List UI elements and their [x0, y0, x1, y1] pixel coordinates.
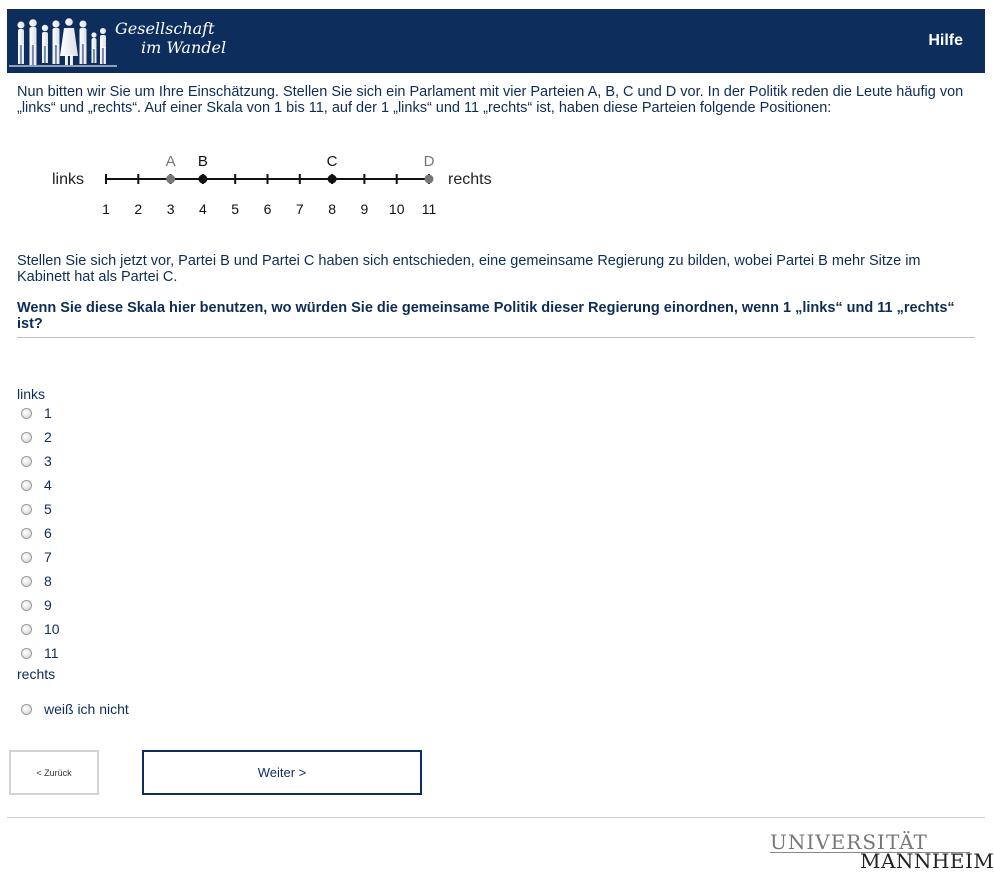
- back-button[interactable]: < Zurück: [9, 750, 99, 795]
- scale-tick-label: 5: [231, 201, 239, 217]
- radio-button[interactable]: [21, 575, 32, 587]
- radio-option-5[interactable]: 5: [21, 501, 52, 517]
- university-logo: UNIVERSITÄT MANNHEIM: [770, 830, 994, 873]
- radio-option-6[interactable]: 6: [21, 525, 52, 541]
- scale-tick-label: 2: [134, 201, 142, 217]
- radio-option-9[interactable]: 9: [21, 597, 52, 613]
- radio-option-4[interactable]: 4: [21, 477, 52, 493]
- scale-tick-label: 3: [167, 201, 175, 217]
- radio-button[interactable]: [21, 407, 32, 419]
- radio-button[interactable]: [21, 647, 32, 659]
- scale-left-label: links: [52, 171, 84, 188]
- radio-option-label: 9: [44, 597, 52, 613]
- logo-text: Gesellschaft im Wandel: [115, 19, 226, 57]
- radio-button[interactable]: [21, 479, 32, 491]
- people-silhouette-icon: [9, 18, 117, 67]
- radio-option-dont-know[interactable]: weiß ich nicht: [21, 701, 129, 717]
- scale-tick-label: 10: [389, 201, 405, 217]
- party-label: A: [166, 153, 176, 170]
- radio-option-label: 1: [44, 405, 52, 421]
- footer-divider: [7, 817, 985, 818]
- help-link[interactable]: Hilfe: [928, 32, 963, 50]
- radio-button[interactable]: [21, 431, 32, 443]
- radio-option-label: 10: [44, 621, 60, 637]
- radio-button[interactable]: [21, 703, 32, 715]
- radio-option-7[interactable]: 7: [21, 549, 52, 565]
- radio-option-2[interactable]: 2: [21, 429, 52, 445]
- radio-option-11[interactable]: 11: [21, 645, 59, 661]
- party-marker: [327, 174, 337, 184]
- radio-option-label: 8: [44, 573, 52, 589]
- party-marker: [424, 174, 434, 184]
- radio-option-label: 4: [44, 477, 52, 493]
- radio-button[interactable]: [21, 455, 32, 467]
- radio-option-label: 7: [44, 549, 52, 565]
- scenario-text: Stellen Sie sich jetzt vor, Partei B und…: [17, 253, 921, 285]
- party-marker: [198, 174, 208, 184]
- logo-line-2: im Wandel: [141, 38, 227, 57]
- scale-tick-label: 9: [361, 201, 369, 217]
- scale-tick-label: 7: [296, 201, 304, 217]
- radio-option-label: 2: [44, 429, 52, 445]
- radio-option-1[interactable]: 1: [21, 405, 52, 421]
- party-label: B: [198, 153, 208, 170]
- radio-option-label: 6: [44, 525, 52, 541]
- header-bar: Gesellschaft im Wandel Hilfe: [7, 9, 985, 73]
- radio-option-3[interactable]: 3: [21, 453, 52, 469]
- intro-text: Nun bitten wir Sie um Ihre Einschätzung.…: [17, 84, 964, 116]
- scale-tick-label: 4: [199, 201, 207, 217]
- radio-option-label: 5: [44, 501, 52, 517]
- logo: Gesellschaft im Wandel: [7, 9, 257, 73]
- radio-option-label: weiß ich nicht: [44, 701, 129, 717]
- radio-button[interactable]: [21, 527, 32, 539]
- scale-tick-label: 1: [102, 201, 110, 217]
- scale-tick-label: 11: [422, 201, 437, 217]
- party-position-scale: links rechts 1 2 3 4 5 6 7 8 9 10 11 A B C D: [52, 153, 492, 217]
- scale-tick-label: 8: [328, 201, 336, 217]
- answer-scale-bottom-label: rechts: [17, 666, 56, 682]
- party-label: D: [424, 153, 435, 170]
- radio-button[interactable]: [21, 623, 32, 635]
- radio-button[interactable]: [21, 599, 32, 611]
- radio-button[interactable]: [21, 551, 32, 563]
- radio-button[interactable]: [21, 503, 32, 515]
- radio-option-label: 11: [44, 645, 59, 661]
- question-text: Wenn Sie diese Skala hier benutzen, wo w…: [17, 300, 955, 332]
- next-button[interactable]: Weiter >: [142, 750, 422, 795]
- radio-option-10[interactable]: 10: [21, 621, 60, 637]
- scale-tick-label: 6: [264, 201, 272, 217]
- logo-line-1: Gesellschaft: [115, 19, 215, 38]
- divider: [17, 337, 975, 338]
- radio-option-8[interactable]: 8: [21, 573, 52, 589]
- university-logo-line-2: MANNHEIM: [860, 849, 994, 873]
- scale-right-label: rechts: [448, 171, 492, 188]
- answer-scale-top-label: links: [17, 386, 46, 402]
- party-marker: [166, 174, 176, 184]
- party-label: C: [327, 153, 338, 170]
- radio-option-label: 3: [44, 453, 52, 469]
